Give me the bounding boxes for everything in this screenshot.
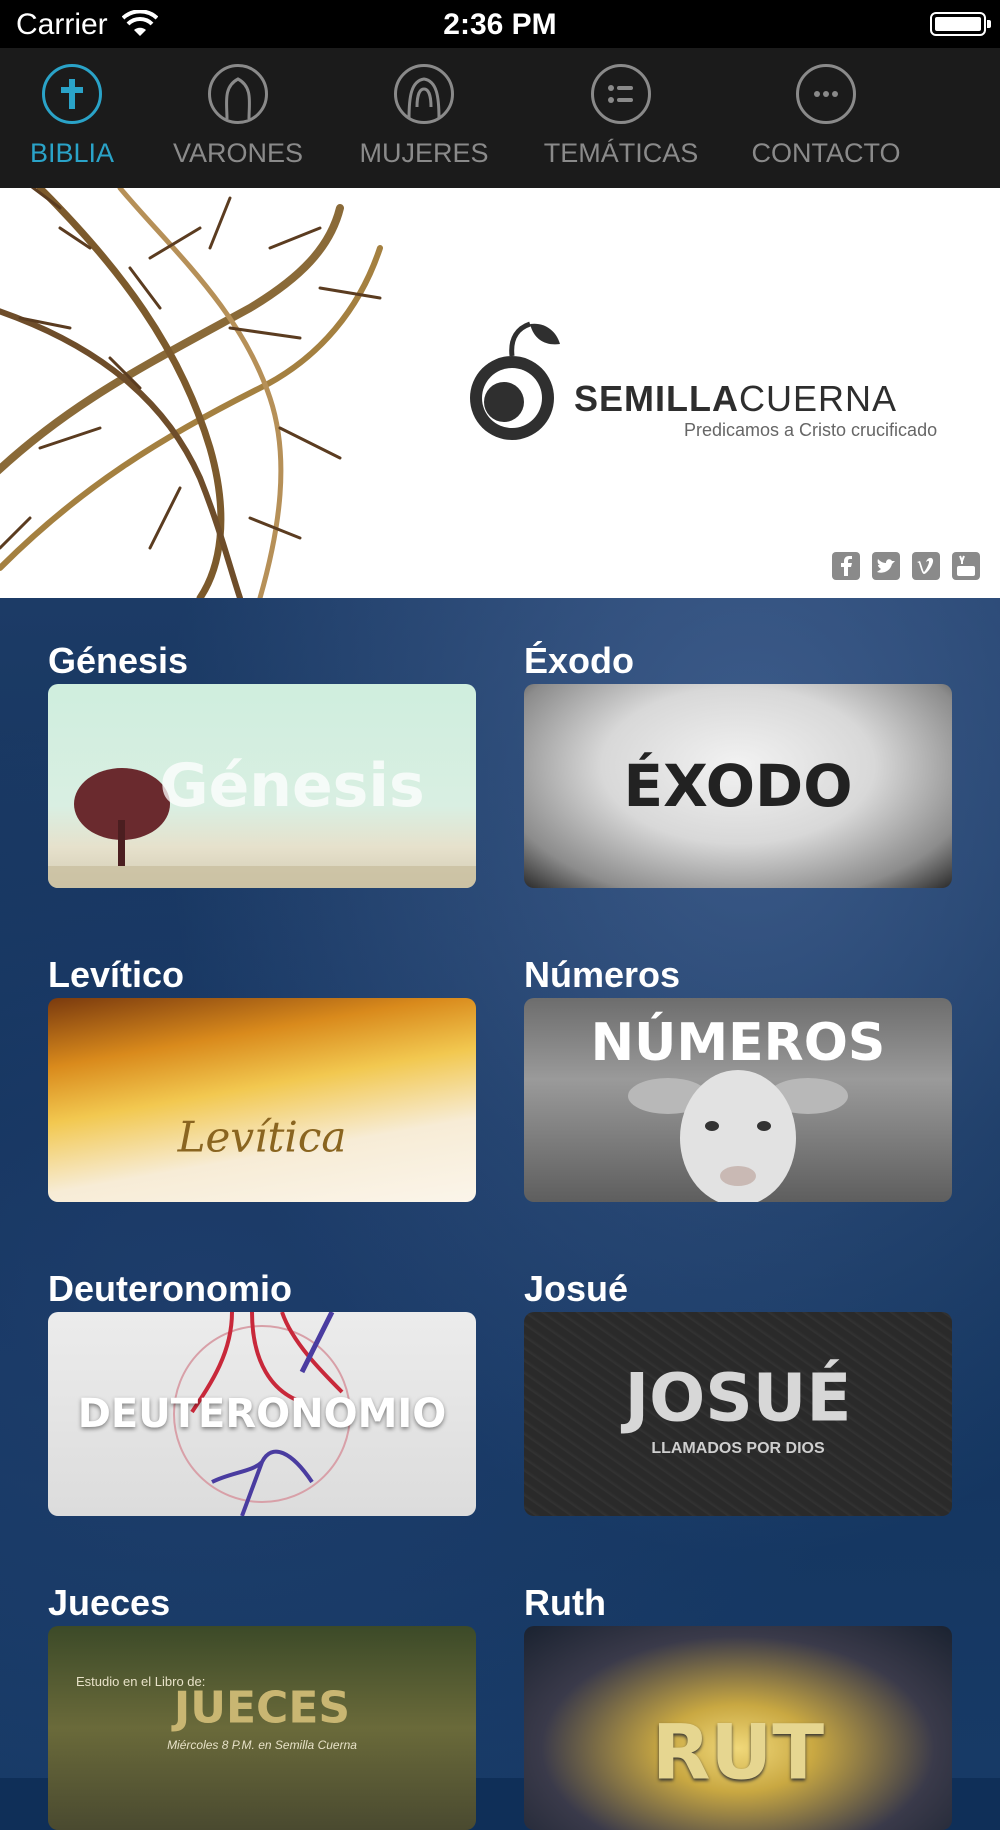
tab-biblia[interactable]: BIBLIA — [10, 48, 134, 188]
tab-varones[interactable]: VARONES — [160, 48, 316, 188]
crown-of-thorns-image — [0, 188, 383, 598]
book-cover-image[interactable]: Estudio en el Libro de: JUECES Miércoles… — [48, 1626, 476, 1830]
youtube-icon[interactable] — [952, 552, 980, 580]
facebook-icon[interactable] — [832, 552, 860, 580]
book-title: Josué — [524, 1268, 629, 1309]
book-card-deuteronomio[interactable]: Deuteronomio DEUTERONOMIO — [48, 1266, 476, 1516]
tab-label: MUJERES — [359, 138, 489, 168]
cover-text: JUECES — [173, 1682, 351, 1734]
brand-name: SEMILLACUERNA — [574, 378, 898, 419]
clock: 2:36 PM — [443, 8, 557, 41]
cover-text: RUT — [651, 1707, 825, 1797]
tab-mujeres[interactable]: MUJERES — [346, 48, 502, 188]
cover-text: NÚMEROS — [590, 1012, 886, 1073]
book-card-levitico[interactable]: Levítico Levítica — [48, 952, 476, 1202]
book-cover-image[interactable]: JOSUÉ LLAMADOS POR DIOS — [524, 1312, 952, 1516]
cover-text: ÉXODO — [623, 752, 853, 820]
woman-icon — [394, 64, 454, 124]
cover-text: Levítica — [177, 1112, 347, 1162]
cover-subtext: LLAMADOS POR DIOS — [651, 1440, 825, 1457]
tab-label: TEMÁTICAS — [543, 138, 699, 168]
book-title: Ruth — [524, 1582, 606, 1623]
tab-contacto[interactable]: CONTACTO — [744, 48, 908, 188]
book-cover-image[interactable]: Génesis — [48, 684, 476, 888]
brand-tagline: Predicamos a Cristo crucificado — [684, 420, 938, 440]
book-grid: Génesis Génesis Éxodo ÉXODO Levítico Lev… — [0, 598, 1000, 1830]
cover-text: JOSUÉ — [624, 1359, 852, 1437]
cover-text: Génesis — [159, 751, 425, 821]
semilla-cuerna-logo-icon — [470, 321, 560, 440]
book-card-jueces[interactable]: Jueces Estudio en el Libro de: JUECES Mi… — [48, 1580, 476, 1830]
tab-label: BIBLIA — [29, 138, 115, 168]
list-icon — [591, 64, 651, 124]
tab-tematicas[interactable]: TEMÁTICAS — [538, 48, 704, 188]
book-cover-image[interactable]: DEUTERONOMIO — [48, 1312, 476, 1516]
sheep-illustration — [628, 1070, 848, 1202]
book-title: Levítico — [48, 954, 185, 995]
book-title: Génesis — [48, 640, 189, 681]
vimeo-icon[interactable] — [912, 552, 940, 580]
tab-label: CONTACTO — [751, 138, 901, 168]
book-cover-image[interactable]: RUT — [524, 1626, 952, 1830]
status-bar: Carrier 2:36 PM — [0, 0, 1000, 48]
book-title: Deuteronomio — [48, 1268, 293, 1309]
book-card-genesis[interactable]: Génesis Génesis — [48, 638, 476, 888]
book-card-ruth[interactable]: Ruth RUT — [524, 1580, 952, 1830]
chat-bubble-icon — [796, 64, 856, 124]
book-title: Números — [524, 954, 681, 995]
tab-bar: BIBLIA VARONES MUJERES TEMÁTICAS CONTACT… — [0, 48, 1000, 188]
book-title: Jueces — [48, 1582, 171, 1623]
book-cover-image[interactable]: Levítica — [48, 998, 476, 1202]
cover-text: DEUTERONOMIO — [77, 1391, 447, 1437]
book-cover-image[interactable]: ÉXODO — [524, 684, 952, 888]
man-icon — [208, 64, 268, 124]
tab-label: VARONES — [172, 138, 304, 168]
book-card-exodo[interactable]: Éxodo ÉXODO — [524, 638, 952, 888]
header-banner: SEMILLACUERNA Predicamos a Cristo crucif… — [0, 188, 1000, 598]
book-cover-image[interactable]: NÚMEROS — [524, 998, 952, 1202]
book-card-josue[interactable]: Josué JOSUÉ LLAMADOS POR DIOS — [524, 1266, 952, 1516]
book-card-numeros[interactable]: Números NÚMEROS — [524, 952, 952, 1202]
bible-cross-icon — [42, 64, 102, 124]
cover-subtext: Miércoles 8 P.M. en Semilla Cuerna — [167, 1738, 357, 1752]
book-title: Éxodo — [524, 640, 635, 681]
battery-icon — [930, 12, 991, 36]
twitter-icon[interactable] — [872, 552, 900, 580]
